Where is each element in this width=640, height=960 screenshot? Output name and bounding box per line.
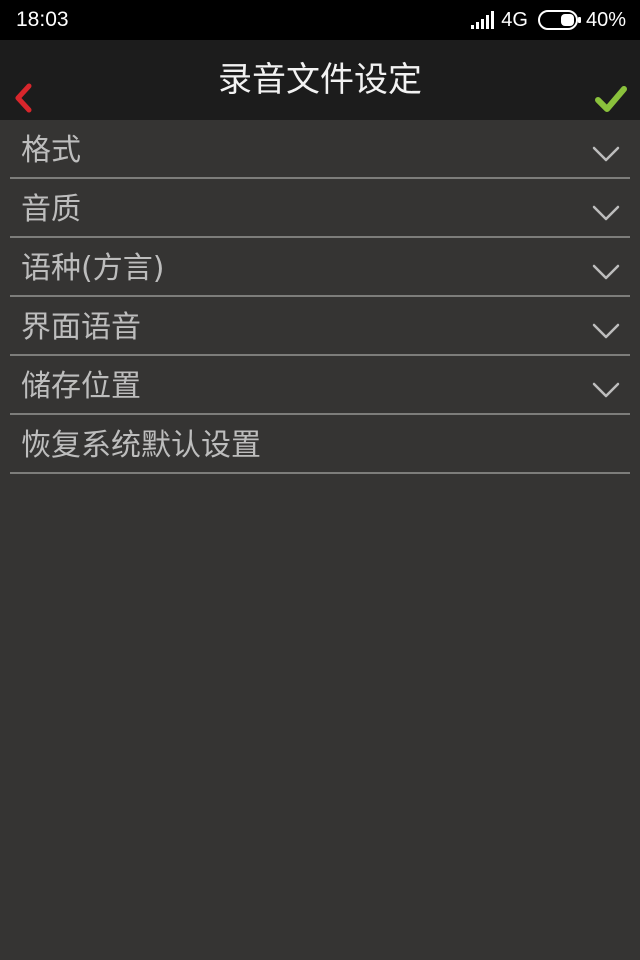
setting-quality[interactable]: 音质	[10, 179, 630, 238]
confirm-button[interactable]	[594, 82, 628, 116]
battery-icon	[537, 10, 581, 30]
setting-label: 音质	[21, 192, 81, 227]
restore-defaults-button[interactable]: 恢复系统默认设置	[10, 415, 630, 474]
setting-label: 格式	[21, 133, 81, 168]
title-bar: 录音文件设定	[0, 40, 640, 120]
page-title: 录音文件设定	[218, 60, 422, 100]
checkmark-icon	[595, 86, 627, 112]
chevron-left-icon	[15, 83, 32, 113]
setting-storage-location[interactable]: 储存位置	[10, 356, 630, 415]
setting-label: 语种(方言)	[21, 251, 165, 286]
setting-language-dialect[interactable]: 语种(方言)	[10, 238, 630, 297]
status-indicators: 4G 40%	[471, 7, 626, 33]
chevron-down-icon	[592, 146, 620, 162]
chevron-down-icon	[592, 264, 620, 280]
settings-list: 格式 音质 语种(方言) 界面语音 储存位置 恢复系统默认设置	[10, 120, 630, 474]
back-button[interactable]	[8, 80, 38, 116]
setting-label: 恢复系统默认设置	[21, 428, 261, 463]
chevron-down-icon	[592, 323, 620, 339]
signal-icon	[471, 11, 495, 29]
status-bar: 18:03 4G 40%	[0, 0, 640, 40]
chevron-down-icon	[592, 205, 620, 221]
battery-percentage: 40%	[585, 8, 626, 31]
setting-format[interactable]: 格式	[10, 120, 630, 179]
chevron-down-icon	[592, 382, 620, 398]
setting-label: 储存位置	[21, 369, 141, 404]
network-type: 4G	[501, 8, 528, 31]
status-time: 18:03	[16, 8, 69, 31]
setting-interface-voice[interactable]: 界面语音	[10, 297, 630, 356]
setting-label: 界面语音	[21, 310, 141, 345]
